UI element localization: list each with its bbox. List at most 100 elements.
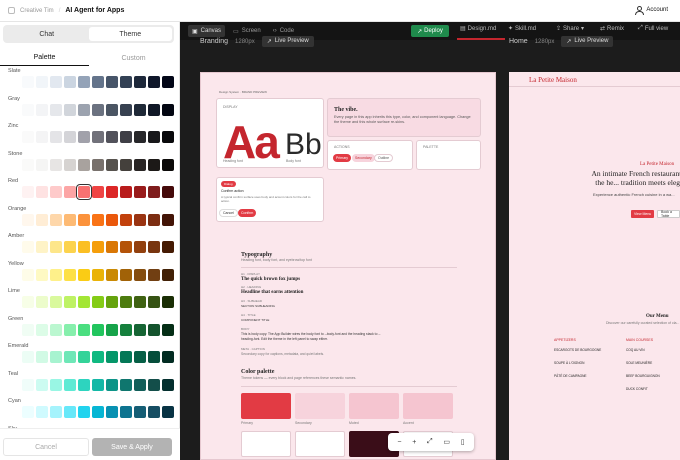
color-swatch[interactable]	[120, 213, 132, 226]
fit-screen-icon[interactable]: ⤢	[427, 438, 433, 446]
color-swatch[interactable]	[134, 158, 146, 171]
cancel-button[interactable]: Cancel	[3, 438, 89, 456]
color-swatch[interactable]	[106, 296, 118, 308]
color-swatch[interactable]	[162, 131, 174, 143]
color-swatch[interactable]	[78, 76, 90, 88]
color-swatch[interactable]	[92, 406, 104, 418]
color-swatch[interactable]	[106, 158, 118, 171]
color-swatch[interactable]	[92, 186, 104, 198]
color-swatch[interactable]	[162, 103, 174, 116]
color-swatch[interactable]	[120, 76, 132, 88]
color-swatch[interactable]	[162, 296, 174, 308]
color-swatch[interactable]	[22, 76, 34, 88]
color-swatch[interactable]	[36, 268, 48, 281]
color-swatch[interactable]	[148, 323, 160, 336]
color-swatch[interactable]	[78, 323, 90, 336]
color-swatch[interactable]	[64, 158, 76, 171]
mobile-view-icon[interactable]: ▯	[461, 438, 465, 446]
tab-chat[interactable]: Chat	[5, 27, 89, 41]
color-swatch[interactable]	[148, 158, 160, 171]
color-swatch[interactable]	[64, 131, 76, 143]
color-swatch[interactable]	[148, 378, 160, 391]
color-swatch[interactable]	[64, 76, 76, 88]
deploy-button[interactable]: ↗ Deploy	[411, 25, 449, 37]
secondary-button[interactable]: Secondary	[352, 154, 375, 162]
color-swatch[interactable]	[78, 296, 90, 308]
color-swatch[interactable]	[134, 406, 146, 418]
color-swatch[interactable]	[78, 406, 90, 418]
color-swatch[interactable]	[36, 351, 48, 363]
color-swatch[interactable]	[78, 268, 90, 281]
color-swatch[interactable]	[162, 406, 174, 418]
color-swatch[interactable]	[134, 213, 146, 226]
color-swatch[interactable]	[148, 241, 160, 253]
color-swatch[interactable]	[120, 241, 132, 253]
remix-button[interactable]: ⇄ Remix	[600, 25, 624, 33]
color-swatch[interactable]	[22, 241, 34, 253]
color-swatch[interactable]	[134, 103, 146, 116]
color-swatch[interactable]	[120, 268, 132, 281]
color-swatch[interactable]	[50, 351, 62, 363]
color-swatch[interactable]	[120, 323, 132, 336]
color-swatch[interactable]	[50, 213, 62, 226]
primary-button[interactable]: Primary	[333, 154, 352, 162]
color-swatch[interactable]	[134, 131, 146, 143]
color-swatch[interactable]	[120, 378, 132, 391]
color-swatch[interactable]	[22, 158, 34, 171]
color-swatch[interactable]	[148, 296, 160, 308]
color-swatch[interactable]	[64, 378, 76, 391]
color-swatch[interactable]	[22, 351, 34, 363]
book-table-button[interactable]: Book a Table	[657, 210, 680, 218]
color-swatch[interactable]	[22, 131, 34, 143]
color-swatch[interactable]	[106, 213, 118, 226]
live-preview-button[interactable]: ↗ Live Preview	[561, 36, 614, 47]
color-swatch[interactable]	[148, 103, 160, 116]
desktop-view-icon[interactable]: ▭	[443, 438, 450, 446]
color-swatch[interactable]	[77, 185, 91, 199]
color-swatch[interactable]	[106, 76, 118, 88]
color-swatch[interactable]	[92, 131, 104, 143]
color-swatch[interactable]	[134, 186, 146, 198]
color-swatch[interactable]	[36, 241, 48, 253]
save-apply-button[interactable]: Save & Apply	[92, 438, 172, 456]
color-swatch[interactable]	[50, 131, 62, 143]
color-swatch[interactable]	[162, 378, 174, 391]
color-swatch[interactable]	[50, 186, 62, 198]
color-swatch[interactable]	[162, 268, 174, 281]
color-swatch[interactable]	[106, 241, 118, 253]
view-menu-button[interactable]: View Menu	[631, 210, 655, 218]
live-preview-button[interactable]: ↗ Live Preview	[261, 36, 314, 47]
color-swatch[interactable]	[50, 158, 62, 171]
branding-frame[interactable]: Design System · BRAND PREVIEW DISPLAY Aa…	[200, 72, 496, 460]
color-swatch[interactable]	[106, 186, 118, 198]
color-swatch[interactable]	[50, 378, 62, 391]
color-swatch[interactable]	[64, 323, 76, 336]
share-button[interactable]: ⇪ Share ▾	[556, 25, 584, 33]
color-swatch[interactable]	[120, 186, 132, 198]
color-swatch[interactable]	[64, 296, 76, 308]
skill-md-tab[interactable]: ✦ Skill.md	[508, 25, 536, 33]
color-swatch[interactable]	[78, 158, 90, 171]
color-swatch[interactable]	[134, 323, 146, 336]
color-swatch[interactable]	[78, 378, 90, 391]
tab-custom[interactable]: Custom	[89, 50, 178, 66]
color-swatch[interactable]	[162, 158, 174, 171]
color-swatch[interactable]	[22, 378, 34, 391]
color-swatch[interactable]	[36, 158, 48, 171]
brand-name[interactable]: Creative Tim	[20, 8, 54, 14]
color-swatch[interactable]	[36, 76, 48, 88]
color-swatch[interactable]	[22, 406, 34, 418]
color-swatch[interactable]	[50, 323, 62, 336]
color-swatch[interactable]	[64, 186, 76, 198]
color-swatch[interactable]	[134, 268, 146, 281]
color-swatch[interactable]	[106, 103, 118, 116]
color-swatch[interactable]	[92, 378, 104, 391]
color-swatch[interactable]	[162, 241, 174, 253]
color-swatch[interactable]	[148, 76, 160, 88]
color-swatch[interactable]	[134, 76, 146, 88]
zoom-out-icon[interactable]: −	[397, 439, 401, 446]
tab-palette[interactable]: Palette	[0, 50, 89, 66]
color-swatch[interactable]	[92, 241, 104, 253]
color-swatch[interactable]	[22, 268, 34, 281]
color-swatch[interactable]	[148, 213, 160, 226]
